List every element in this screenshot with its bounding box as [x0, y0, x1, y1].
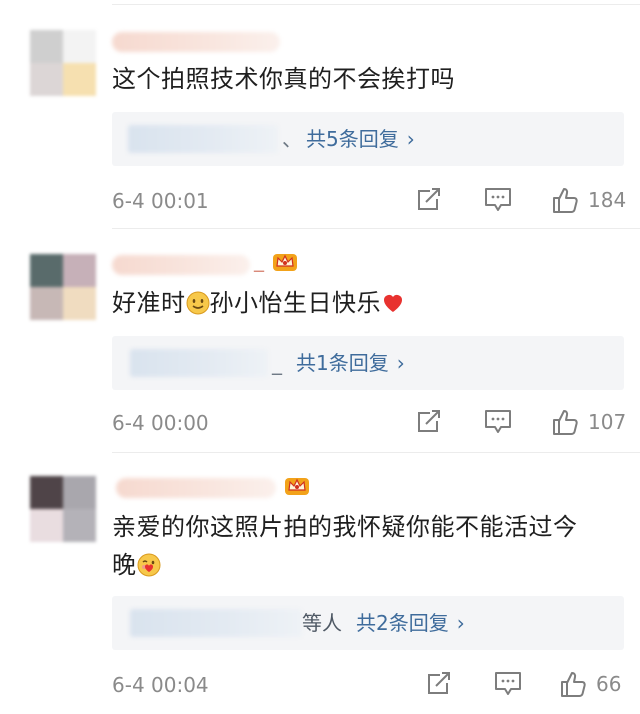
comment-text-continued: 孙小怡生日快乐	[209, 289, 381, 317]
divider	[112, 228, 640, 229]
like-icon	[561, 672, 586, 697]
heart-emoji-icon	[381, 291, 405, 315]
avatar[interactable]	[30, 476, 96, 542]
chevron-right-icon: ›	[406, 127, 415, 151]
reply-preview[interactable]: 等人 共2条回复 ›	[112, 596, 624, 650]
like-icon	[553, 188, 578, 213]
like-count: 184	[588, 188, 627, 212]
view-replies-label: 共1条回复	[296, 351, 389, 375]
repost-icon	[428, 672, 450, 694]
reply-author-blurred	[128, 125, 278, 153]
comment-icon	[485, 410, 511, 433]
comment-meta: 6-4 00:04 66	[112, 670, 640, 700]
like-button[interactable]: 184	[552, 186, 626, 214]
avatar[interactable]	[30, 254, 96, 320]
timestamp: 6-4 00:01	[112, 189, 209, 213]
username-blurred[interactable]	[112, 255, 250, 275]
comment-text-content: 亲爱的你这照片拍的我怀疑你能不能活过今	[112, 513, 578, 541]
repost-icon	[418, 410, 440, 432]
repost-button[interactable]	[416, 186, 442, 214]
comment-text: 好准时 孙小怡生日快乐	[112, 284, 622, 322]
repost-icon	[418, 188, 440, 210]
like-button[interactable]: 107	[552, 408, 626, 436]
avatar[interactable]	[30, 30, 96, 96]
comment-text-line2: 晚	[112, 546, 622, 584]
comment-meta: 6-4 00:01 184	[112, 186, 640, 216]
comment-button[interactable]	[484, 408, 512, 436]
timestamp: 6-4 00:00	[112, 411, 209, 435]
view-replies-link[interactable]: 共1条回复 ›	[296, 350, 405, 376]
view-replies-link[interactable]: 共5条回复 ›	[306, 126, 415, 152]
comment-icon	[495, 672, 521, 695]
reply-preview[interactable]: 、 共5条回复 ›	[112, 112, 624, 166]
like-count: 107	[588, 410, 627, 434]
divider	[112, 4, 640, 5]
comment-text-content: 好准时	[112, 289, 186, 317]
wink-kiss-emoji-icon	[137, 553, 161, 577]
timestamp: 6-4 00:04	[112, 673, 209, 697]
comment-text: 这个拍照技术你真的不会挨打吗	[112, 60, 622, 98]
view-replies-link[interactable]: 共2条回复 ›	[356, 610, 465, 636]
reply-tail-text: _	[272, 351, 282, 375]
comment-text: 亲爱的你这照片拍的我怀疑你能不能活过今 晚	[112, 508, 622, 584]
view-replies-label: 共2条回复	[356, 611, 449, 635]
reply-preview[interactable]: _ 共1条回复 ›	[112, 336, 624, 390]
repost-button[interactable]	[426, 670, 452, 698]
reply-author-blurred	[130, 609, 302, 637]
smile-emoji-icon	[186, 291, 210, 315]
like-icon	[553, 410, 578, 435]
divider	[112, 452, 640, 453]
username-suffix: _	[254, 248, 264, 272]
comment-text-continued: 晚	[112, 551, 137, 579]
chevron-right-icon: ›	[456, 611, 465, 635]
comment-meta: 6-4 00:00 107	[112, 408, 640, 438]
username-blurred[interactable]	[112, 32, 280, 52]
reply-tail-text: 、	[282, 127, 302, 151]
username-blurred[interactable]	[116, 478, 276, 498]
comment-button[interactable]	[484, 186, 512, 214]
comment-text-content: 这个拍照技术你真的不会挨打吗	[112, 65, 455, 93]
repost-button[interactable]	[416, 408, 442, 436]
crown-badge-icon	[272, 250, 298, 272]
chevron-right-icon: ›	[396, 351, 405, 375]
crown-badge-icon	[284, 474, 310, 496]
comment-button[interactable]	[494, 670, 522, 698]
view-replies-label: 共5条回复	[306, 127, 399, 151]
like-count: 66	[596, 672, 622, 696]
reply-author-blurred	[130, 349, 268, 377]
reply-tail-text: 等人	[302, 611, 342, 635]
like-button[interactable]: 66	[560, 670, 621, 698]
comment-icon	[485, 188, 511, 211]
